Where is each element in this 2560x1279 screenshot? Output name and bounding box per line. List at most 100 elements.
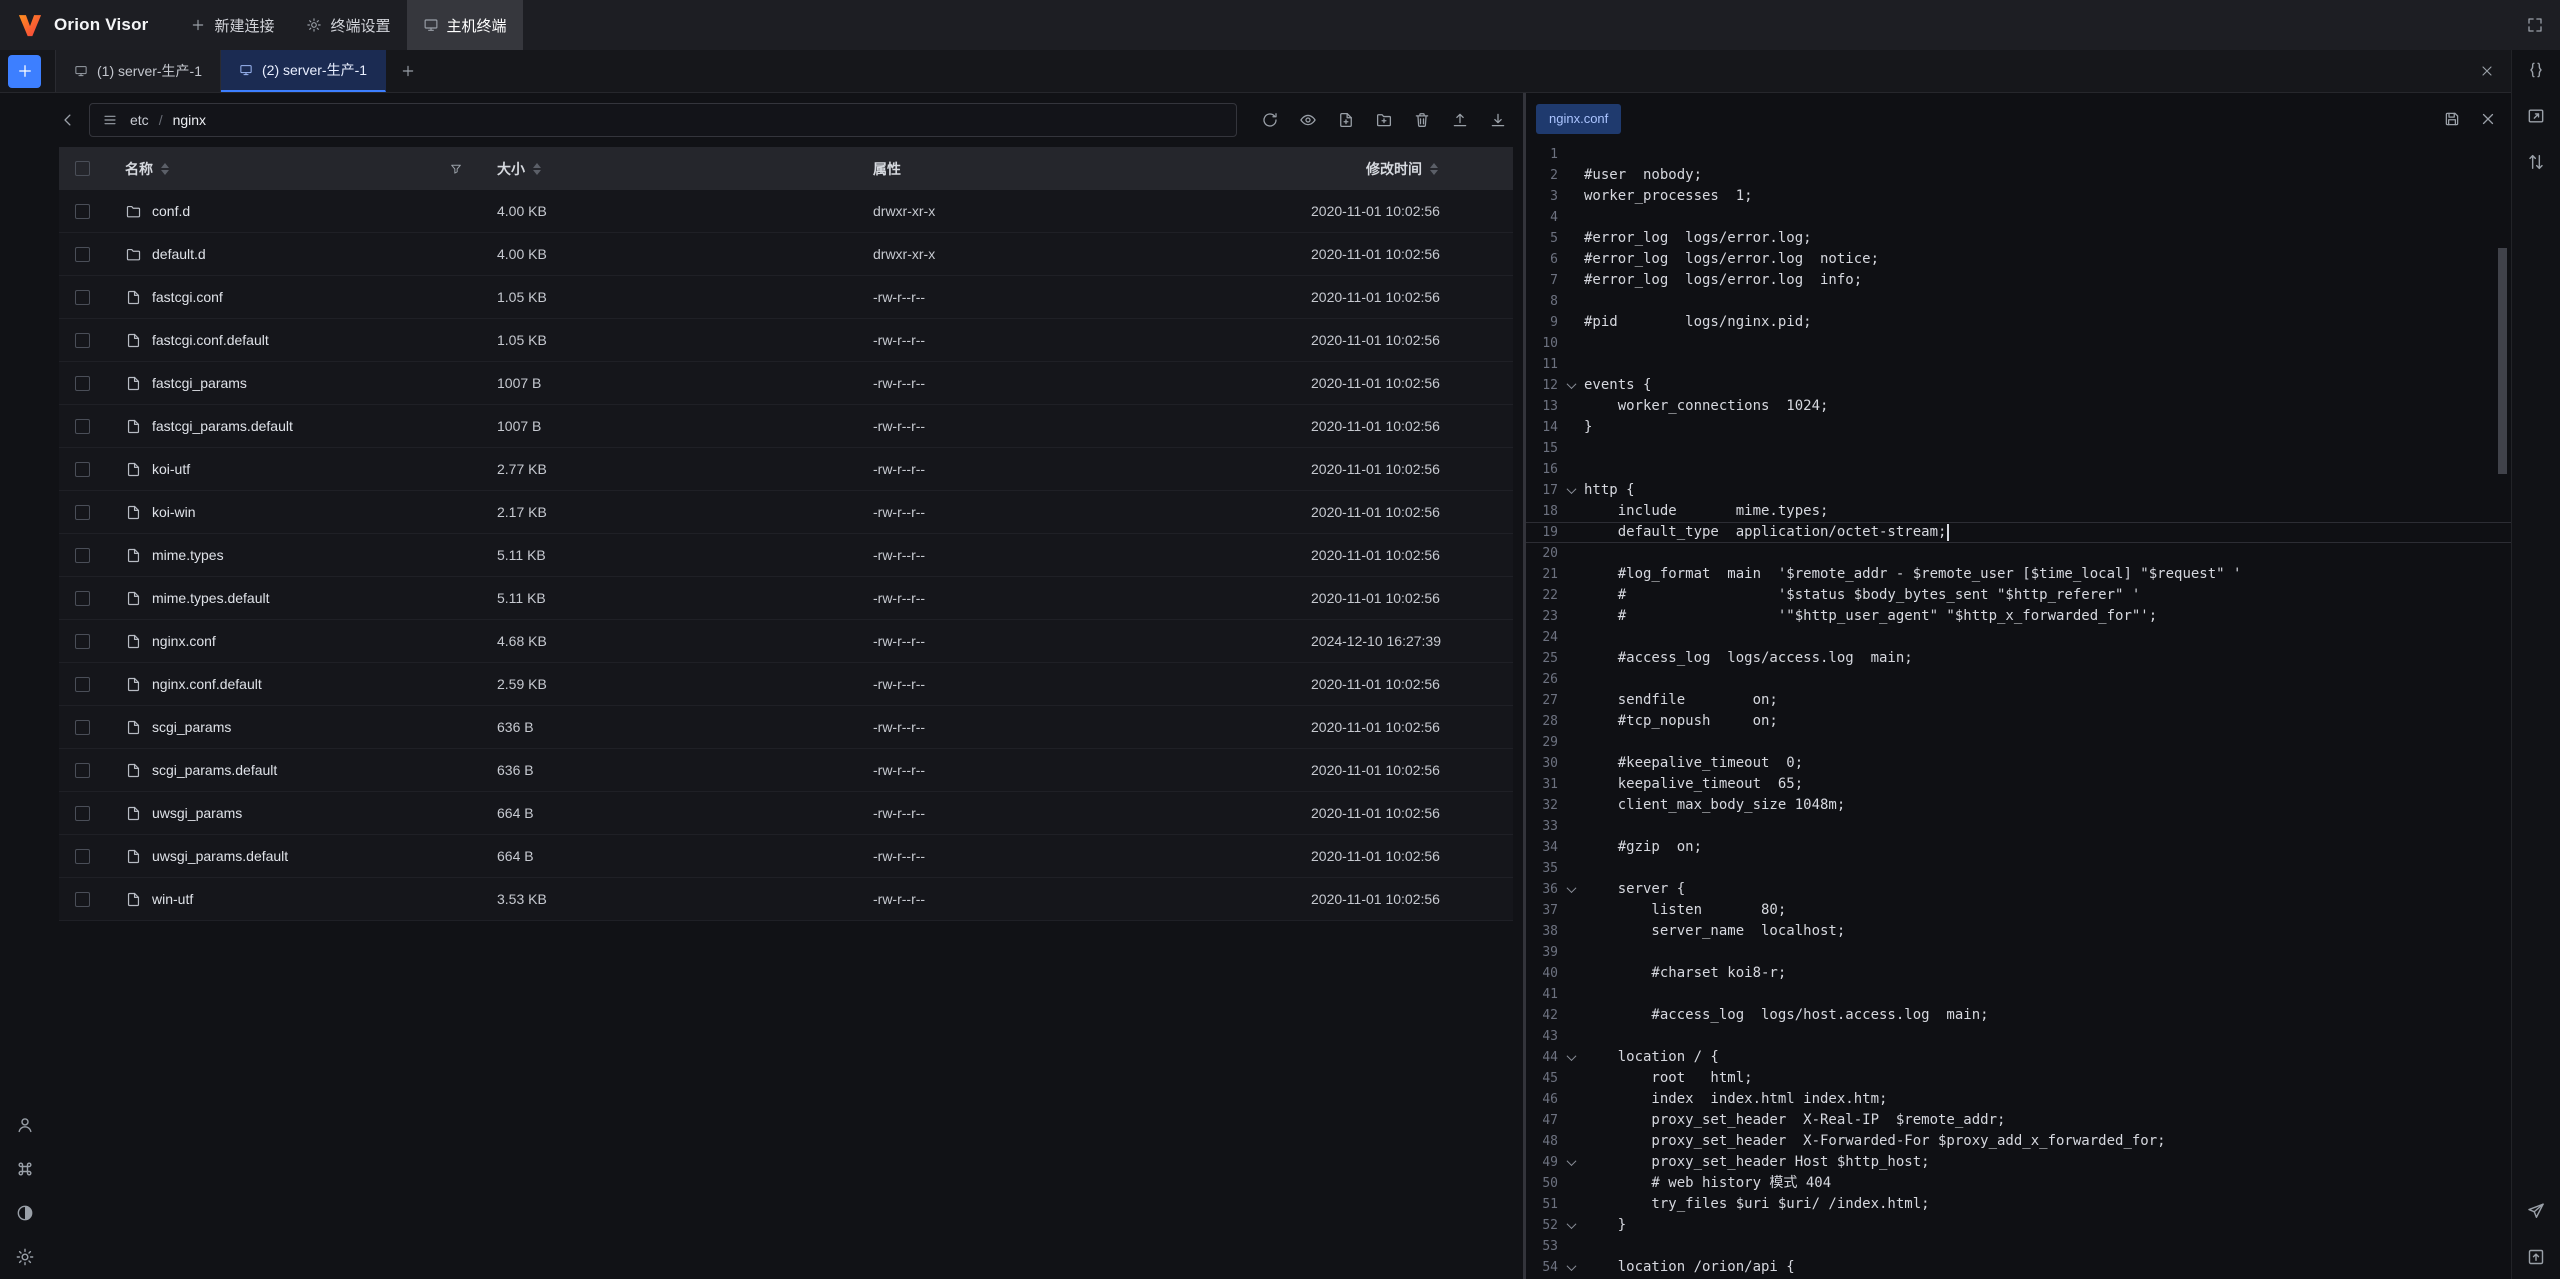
- nav-host-terminal[interactable]: 主机终端: [407, 0, 523, 50]
- row-checkbox[interactable]: [75, 591, 90, 606]
- row-checkbox[interactable]: [75, 462, 90, 477]
- code-line[interactable]: 7#error_log logs/error.log info;: [1526, 270, 2511, 291]
- editor-close-icon[interactable]: [2479, 110, 2497, 128]
- code-line[interactable]: 54 location /orion/api {: [1526, 1257, 2511, 1278]
- row-checkbox[interactable]: [75, 505, 90, 520]
- code-line[interactable]: 41: [1526, 984, 2511, 1005]
- editor-scrollbar[interactable]: [2498, 248, 2507, 474]
- table-row[interactable]: default.d 4.00 KB drwxr-xr-x 2020-11-01 …: [59, 233, 1513, 276]
- back-chevron-icon[interactable]: [59, 111, 77, 129]
- code-line[interactable]: 25 #access_log logs/access.log main;: [1526, 648, 2511, 669]
- code-line[interactable]: 12events {: [1526, 375, 2511, 396]
- row-checkbox[interactable]: [75, 204, 90, 219]
- code-line[interactable]: 43: [1526, 1026, 2511, 1047]
- terminal-tab-2[interactable]: (2) server-生产-1: [221, 50, 386, 92]
- code-line[interactable]: 39: [1526, 942, 2511, 963]
- code-line[interactable]: 3worker_processes 1;: [1526, 186, 2511, 207]
- code-line[interactable]: 36 server {: [1526, 879, 2511, 900]
- file-name[interactable]: win-utf: [152, 891, 193, 907]
- code-line[interactable]: 31 keepalive_timeout 65;: [1526, 774, 2511, 795]
- code-line[interactable]: 33: [1526, 816, 2511, 837]
- fold-chevron-icon[interactable]: [1558, 1054, 1584, 1061]
- upload-box-icon[interactable]: [2526, 1247, 2546, 1267]
- file-name[interactable]: fastcgi.conf.default: [152, 332, 269, 348]
- table-row[interactable]: conf.d 4.00 KB drwxr-xr-x 2020-11-01 10:…: [59, 190, 1513, 233]
- fold-chevron-icon[interactable]: [1558, 382, 1584, 389]
- file-name[interactable]: scgi_params.default: [152, 762, 277, 778]
- theme-icon[interactable]: [15, 1203, 35, 1223]
- breadcrumb-item-etc[interactable]: etc: [130, 112, 149, 128]
- row-checkbox[interactable]: [75, 806, 90, 821]
- table-row[interactable]: fastcgi.conf.default 1.05 KB -rw-r--r-- …: [59, 319, 1513, 362]
- code-line[interactable]: 38 server_name localhost;: [1526, 921, 2511, 942]
- refresh-icon[interactable]: [1261, 111, 1279, 129]
- code-line[interactable]: 53: [1526, 1236, 2511, 1257]
- fold-chevron-icon[interactable]: [1558, 1159, 1584, 1166]
- nav-terminal-settings[interactable]: 终端设置: [290, 0, 406, 50]
- command-icon[interactable]: [15, 1159, 35, 1179]
- fold-chevron-icon[interactable]: [1558, 487, 1584, 494]
- row-checkbox[interactable]: [75, 892, 90, 907]
- code-line[interactable]: 22 # '$status $body_bytes_sent "$http_re…: [1526, 585, 2511, 606]
- row-checkbox[interactable]: [75, 849, 90, 864]
- code-line[interactable]: 6#error_log logs/error.log notice;: [1526, 249, 2511, 270]
- column-header-name[interactable]: 名称: [105, 147, 477, 190]
- code-line[interactable]: 5#error_log logs/error.log;: [1526, 228, 2511, 249]
- row-checkbox[interactable]: [75, 763, 90, 778]
- row-checkbox[interactable]: [75, 333, 90, 348]
- table-row[interactable]: win-utf 3.53 KB -rw-r--r-- 2020-11-01 10…: [59, 878, 1513, 921]
- preview-eye-icon[interactable]: [1299, 111, 1317, 129]
- code-line[interactable]: 9#pid logs/nginx.pid;: [1526, 312, 2511, 333]
- file-name[interactable]: scgi_params: [152, 719, 231, 735]
- row-checkbox[interactable]: [75, 247, 90, 262]
- file-name[interactable]: mime.types: [152, 547, 224, 563]
- file-name[interactable]: koi-utf: [152, 461, 190, 477]
- filter-icon[interactable]: [449, 162, 463, 176]
- table-row[interactable]: nginx.conf.default 2.59 KB -rw-r--r-- 20…: [59, 663, 1513, 706]
- code-line[interactable]: 44 location / {: [1526, 1047, 2511, 1068]
- code-line[interactable]: 17http {: [1526, 480, 2511, 501]
- row-checkbox[interactable]: [75, 677, 90, 692]
- row-checkbox[interactable]: [75, 290, 90, 305]
- file-name[interactable]: mime.types.default: [152, 590, 270, 606]
- code-line[interactable]: 46 index index.html index.htm;: [1526, 1089, 2511, 1110]
- code-line[interactable]: 27 sendfile on;: [1526, 690, 2511, 711]
- code-line[interactable]: 51 try_files $uri $uri/ /index.html;: [1526, 1194, 2511, 1215]
- file-name[interactable]: conf.d: [152, 203, 190, 219]
- file-name[interactable]: fastcgi.conf: [152, 289, 223, 305]
- new-connection-button[interactable]: [8, 55, 41, 88]
- code-line[interactable]: 2#user nobody;: [1526, 165, 2511, 186]
- download-icon[interactable]: [1489, 111, 1507, 129]
- code-line[interactable]: 48 proxy_set_header X-Forwarded-For $pro…: [1526, 1131, 2511, 1152]
- nav-new-connection[interactable]: 新建连接: [174, 0, 290, 50]
- add-tab-icon[interactable]: [400, 63, 416, 79]
- save-icon[interactable]: [2443, 110, 2461, 128]
- code-line[interactable]: 20: [1526, 543, 2511, 564]
- file-name[interactable]: nginx.conf: [152, 633, 216, 649]
- file-name[interactable]: uwsgi_params.default: [152, 848, 288, 864]
- file-name[interactable]: uwsgi_params: [152, 805, 242, 821]
- code-line[interactable]: 11: [1526, 354, 2511, 375]
- fullscreen-icon[interactable]: [2526, 16, 2544, 34]
- delete-icon[interactable]: [1413, 111, 1431, 129]
- file-name[interactable]: fastcgi_params: [152, 375, 247, 391]
- code-line[interactable]: 49 proxy_set_header Host $http_host;: [1526, 1152, 2511, 1173]
- table-row[interactable]: koi-utf 2.77 KB -rw-r--r-- 2020-11-01 10…: [59, 448, 1513, 491]
- table-row[interactable]: fastcgi_params 1007 B -rw-r--r-- 2020-11…: [59, 362, 1513, 405]
- code-line[interactable]: 23 # '"$http_user_agent" "$http_x_forwar…: [1526, 606, 2511, 627]
- fold-chevron-icon[interactable]: [1558, 1264, 1584, 1271]
- table-row[interactable]: nginx.conf 4.68 KB -rw-r--r-- 2024-12-10…: [59, 620, 1513, 663]
- upload-icon[interactable]: [1451, 111, 1469, 129]
- new-folder-icon[interactable]: [1375, 111, 1393, 129]
- braces-icon[interactable]: [2526, 60, 2546, 80]
- table-row[interactable]: uwsgi_params 664 B -rw-r--r-- 2020-11-01…: [59, 792, 1513, 835]
- row-checkbox[interactable]: [75, 376, 90, 391]
- fold-chevron-icon[interactable]: [1558, 1222, 1584, 1229]
- terminal-tab-1[interactable]: (1) server-生产-1: [55, 50, 221, 92]
- code-line[interactable]: 8: [1526, 291, 2511, 312]
- table-row[interactable]: fastcgi_params.default 1007 B -rw-r--r--…: [59, 405, 1513, 448]
- column-header-size[interactable]: 大小: [477, 147, 853, 190]
- code-line[interactable]: 18 include mime.types;: [1526, 501, 2511, 522]
- code-line[interactable]: 42 #access_log logs/host.access.log main…: [1526, 1005, 2511, 1026]
- editor-file-tab[interactable]: nginx.conf: [1536, 104, 1621, 134]
